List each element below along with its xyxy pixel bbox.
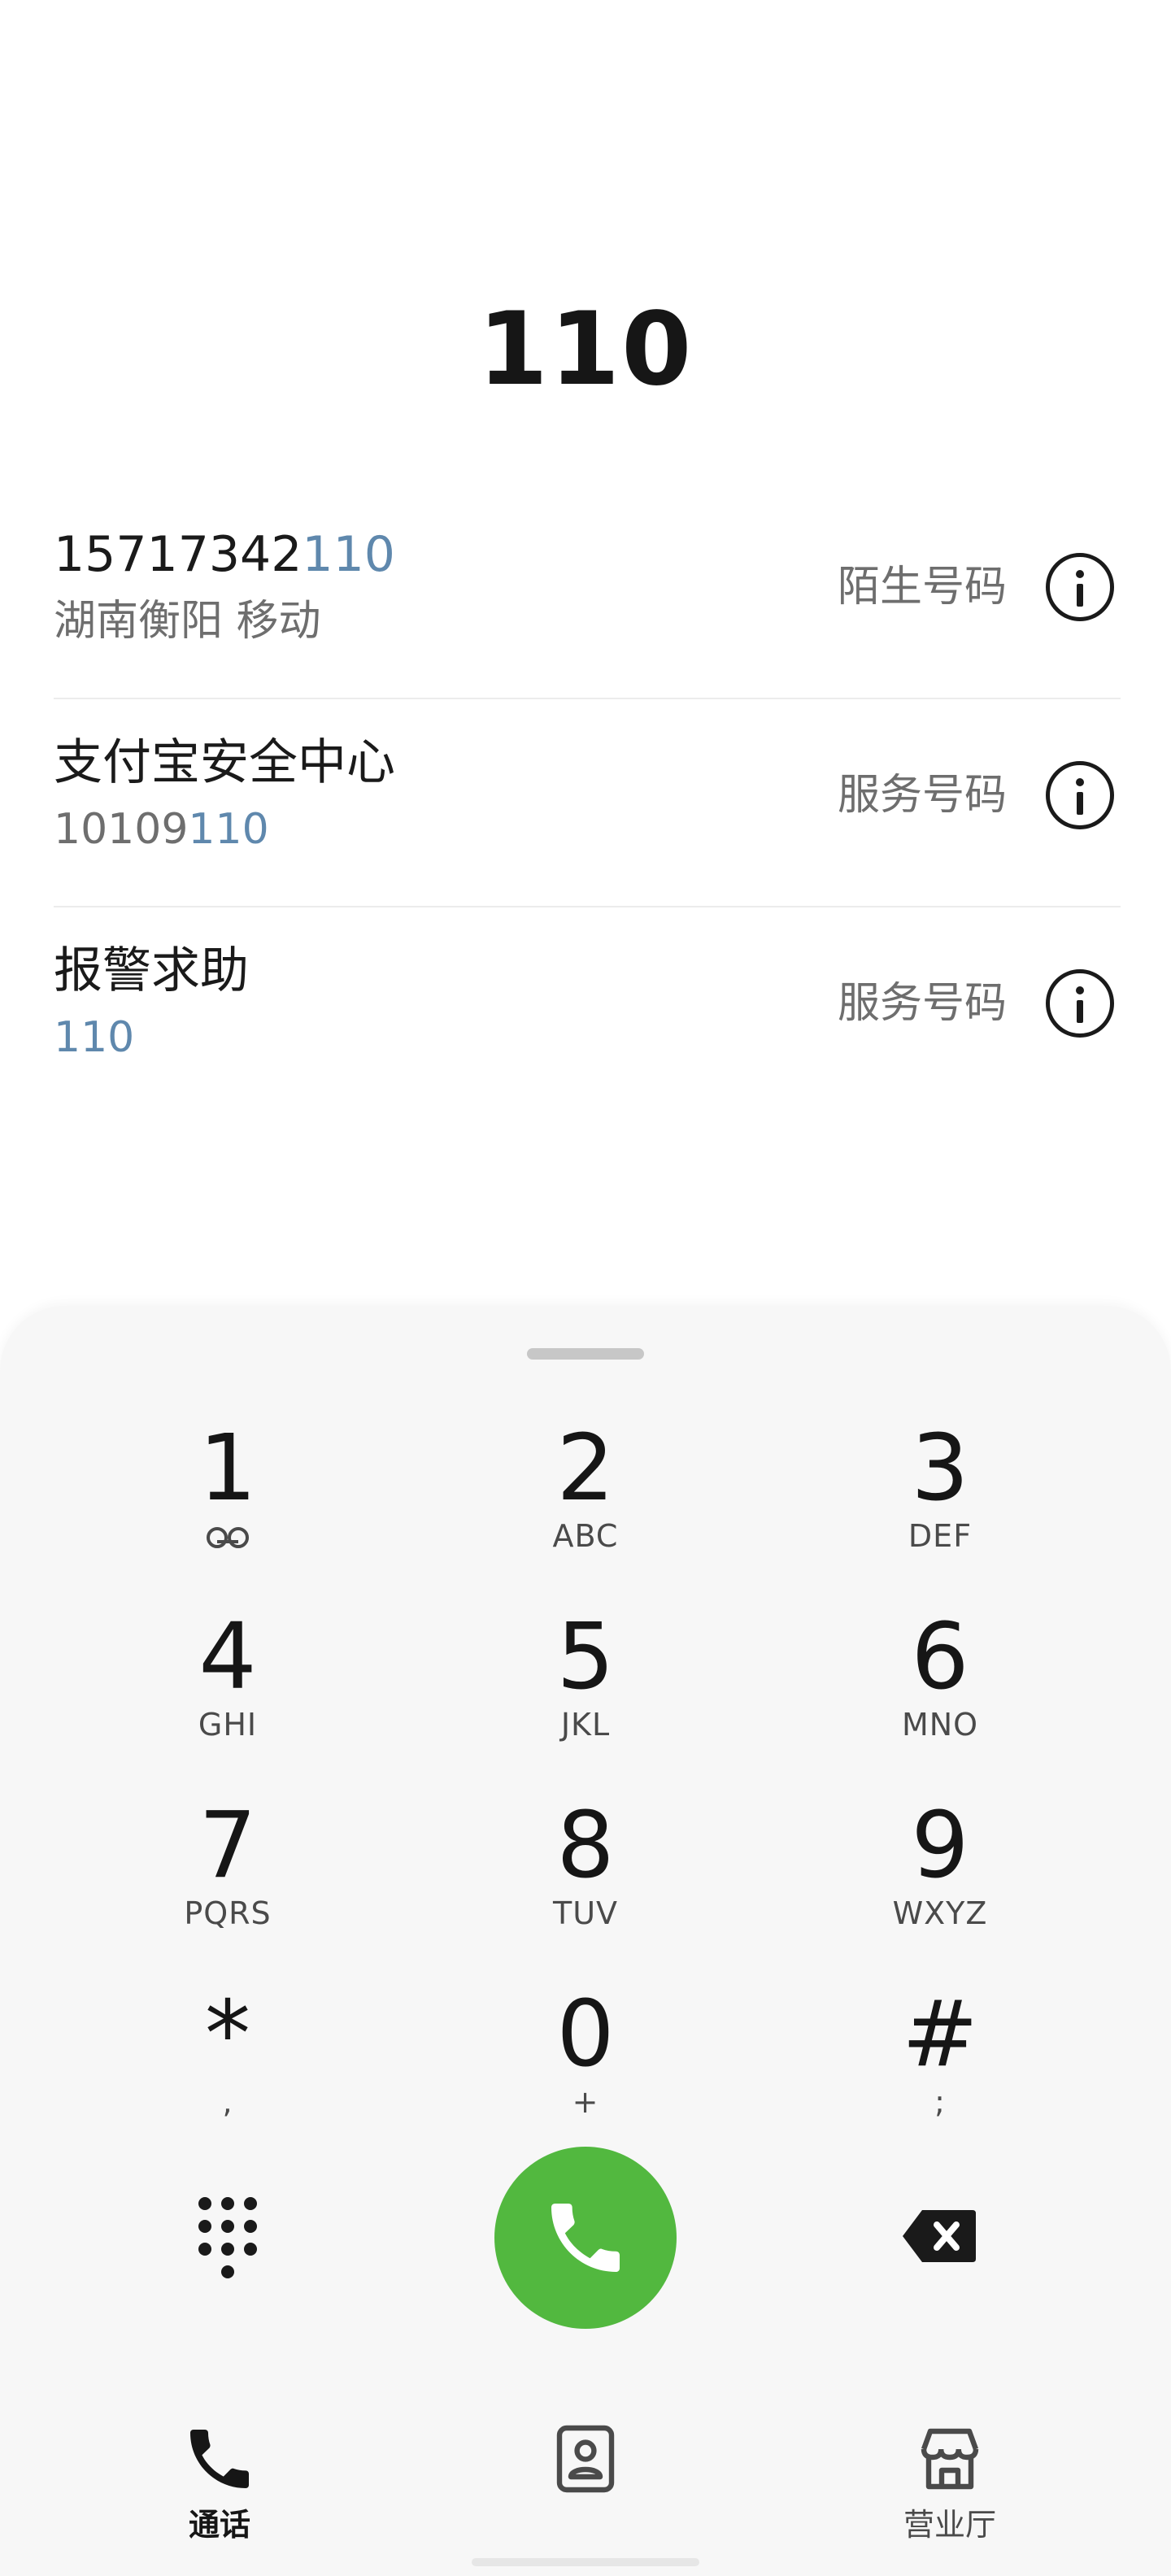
key-star[interactable]: * , (81, 1986, 374, 2148)
key-letters: ; (934, 2084, 946, 2120)
key-digit: 5 (556, 1604, 615, 1710)
title-plain: 支付宝安全中心 (54, 734, 395, 791)
key-letters: , (222, 2084, 233, 2120)
key-6[interactable]: 6 MNO (794, 1608, 1086, 1771)
bottom-nav: 通话 营业厅 (0, 2415, 1171, 2576)
nav-item-contacts[interactable] (488, 2415, 683, 2545)
key-3[interactable]: 3 DEF (794, 1420, 1086, 1582)
sub-match: 110 (54, 1013, 135, 1062)
key-digit: 2 (556, 1416, 615, 1521)
key-8[interactable]: 8 TUV (439, 1797, 732, 1960)
nav-label: 通话 (188, 2507, 250, 2543)
phone-icon (190, 2430, 249, 2488)
info-icon[interactable] (1046, 553, 1114, 621)
key-letters: ABC (552, 1518, 619, 1554)
key-letters: MNO (901, 1707, 979, 1743)
result-row[interactable]: 15717342110 湖南衡阳 移动 陌生号码 (54, 491, 1121, 699)
key-letters: JKL (560, 1707, 611, 1743)
key-digit: 6 (911, 1604, 969, 1710)
result-title: 支付宝安全中心 (54, 733, 395, 792)
nav-item-calls[interactable]: 通话 (122, 2415, 317, 2545)
dialpad-icon[interactable] (198, 2197, 257, 2278)
key-letters: DEF (908, 1518, 973, 1554)
key-digit: 1 (198, 1416, 257, 1521)
key-hash[interactable]: # ; (794, 1986, 1086, 2148)
title-plain: 15717342 (54, 526, 303, 583)
sub-plain: 湖南衡阳 移动 (54, 597, 321, 646)
key-0[interactable]: 0 + (439, 1986, 732, 2148)
result-row[interactable]: 报警求助 110 服务号码 (54, 907, 1121, 1116)
title-match: 110 (302, 526, 395, 583)
key-2[interactable]: 2 ABC (439, 1420, 732, 1582)
key-digit: 7 (198, 1793, 257, 1899)
result-row[interactable]: 支付宝安全中心 10109110 服务号码 (54, 699, 1121, 907)
voicemail-icon (207, 1525, 249, 1548)
result-title: 15717342110 (54, 525, 395, 584)
phone-icon (551, 2204, 620, 2272)
store-icon (921, 2428, 979, 2490)
backspace-icon[interactable] (901, 2208, 977, 2264)
call-button[interactable] (494, 2147, 677, 2329)
result-subtitle: 10109110 (54, 803, 269, 855)
key-4[interactable]: 4 GHI (81, 1608, 374, 1771)
info-icon[interactable] (1046, 969, 1114, 1038)
key-letters: WXYZ (892, 1895, 988, 1931)
contacts-icon (556, 2425, 615, 2493)
action-row (0, 2147, 1171, 2329)
nav-label: 营业厅 (903, 2507, 996, 2543)
drag-handle[interactable] (527, 1348, 644, 1360)
result-subtitle: 湖南衡阳 移动 (54, 595, 321, 647)
key-1[interactable]: 1 (81, 1420, 374, 1582)
nav-item-store[interactable]: 营业厅 (852, 2415, 1047, 2545)
dialer-screen: 110 15717342110 湖南衡阳 移动 陌生号码 支付宝安全中心 101… (0, 0, 1171, 2576)
number-type-label: 服务号码 (837, 771, 1007, 820)
sub-plain: 10109 (54, 805, 189, 854)
key-5[interactable]: 5 JKL (439, 1608, 732, 1771)
key-digit: 4 (198, 1604, 257, 1710)
key-letters: + (572, 2084, 599, 2120)
search-results: 15717342110 湖南衡阳 移动 陌生号码 支付宝安全中心 1010911… (54, 491, 1121, 1116)
key-digit: 3 (911, 1416, 969, 1521)
key-digit: * (205, 1982, 250, 2087)
key-letters: TUV (552, 1895, 619, 1931)
sub-match: 110 (188, 805, 269, 854)
key-digit: 9 (911, 1793, 969, 1899)
dialed-number[interactable]: 110 (0, 293, 1171, 407)
info-icon[interactable] (1046, 761, 1114, 829)
key-9[interactable]: 9 WXYZ (794, 1797, 1086, 1960)
key-7[interactable]: 7 PQRS (81, 1797, 374, 1960)
key-letters: PQRS (184, 1895, 272, 1931)
home-indicator[interactable] (472, 2558, 699, 2566)
number-type-label: 陌生号码 (837, 563, 1007, 611)
key-letters: GHI (198, 1707, 258, 1743)
key-digit: 0 (556, 1982, 615, 2087)
number-type-label: 服务号码 (837, 979, 1007, 1028)
key-digit: # (902, 1982, 978, 2087)
key-digit: 8 (556, 1793, 615, 1899)
dialpad-sheet: 1 2 ABC 3 DEF 4 GHI 5 JKL 6 MNO 7 PQRS 8… (0, 1306, 1171, 2576)
result-title: 报警求助 (54, 942, 249, 1000)
result-subtitle: 110 (54, 1012, 134, 1064)
title-plain: 报警求助 (54, 942, 249, 999)
